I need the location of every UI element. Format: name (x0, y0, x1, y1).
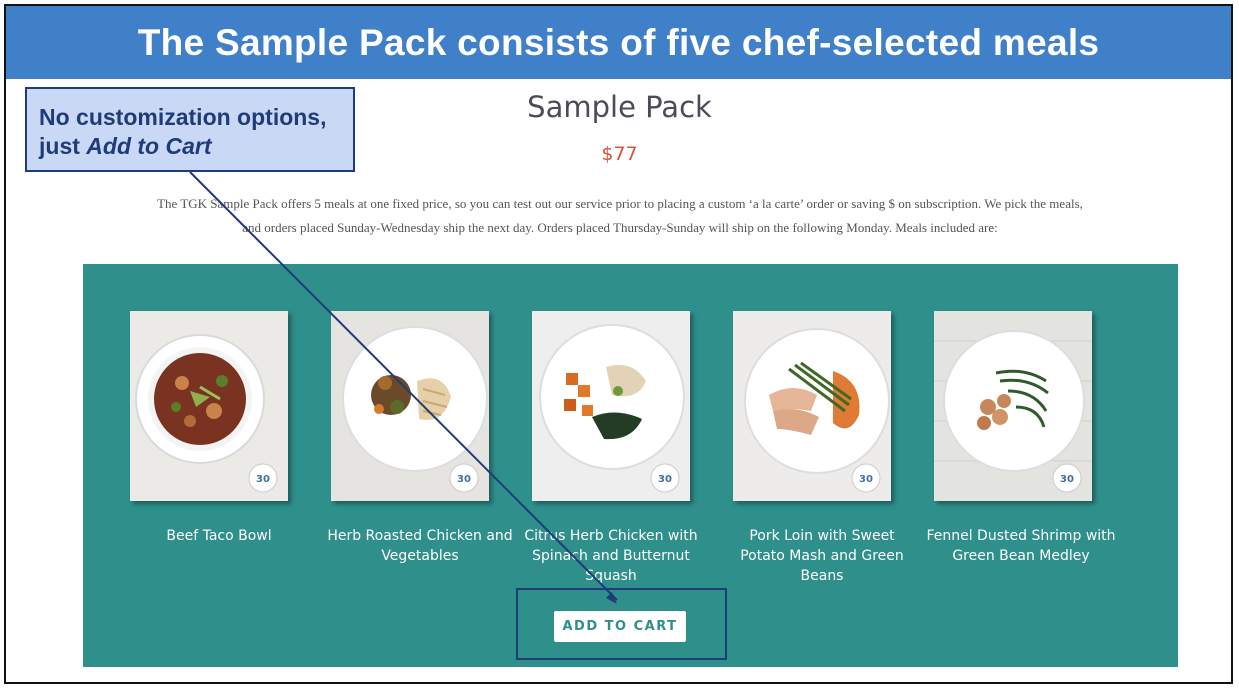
meal-image-citrus-herb-chicken[interactable]: 30 (532, 311, 690, 501)
add-to-cart-highlight-box (516, 588, 727, 660)
meal-name-2[interactable]: Herb Roasted Chicken and Vegetables (325, 526, 515, 566)
meal-name-4[interactable]: Pork Loin with Sweet Potato Mash and Gre… (727, 526, 917, 586)
svg-text:30: 30 (859, 474, 873, 485)
product-description: The TGK Sample Pack offers 5 meals at on… (157, 196, 1083, 235)
meal-name-3[interactable]: Citrus Herb Chicken with Spinach and But… (516, 526, 706, 586)
svg-text:30: 30 (1060, 474, 1074, 485)
title-banner: The Sample Pack consists of five chef-se… (6, 6, 1231, 79)
meal-name-1[interactable]: Beef Taco Bowl (124, 526, 314, 546)
svg-text:30: 30 (256, 474, 270, 485)
banner-title: The Sample Pack consists of five chef-se… (137, 21, 1100, 63)
annotation-callout: No customization options, just Add to Ca… (25, 87, 355, 172)
meal-image-herb-roasted-chicken[interactable]: 30 (331, 311, 489, 501)
meal-image-beef-taco-bowl[interactable]: 30 (130, 311, 288, 501)
meal-name-5[interactable]: Fennel Dusted Shrimp with Green Bean Med… (926, 526, 1116, 566)
svg-text:30: 30 (658, 474, 672, 485)
svg-text:30: 30 (457, 474, 471, 485)
meal-image-fennel-dusted-shrimp[interactable]: 30 (934, 311, 1092, 501)
callout-emphasis: Add to Cart (86, 133, 212, 159)
meal-image-pork-loin[interactable]: 30 (733, 311, 891, 501)
